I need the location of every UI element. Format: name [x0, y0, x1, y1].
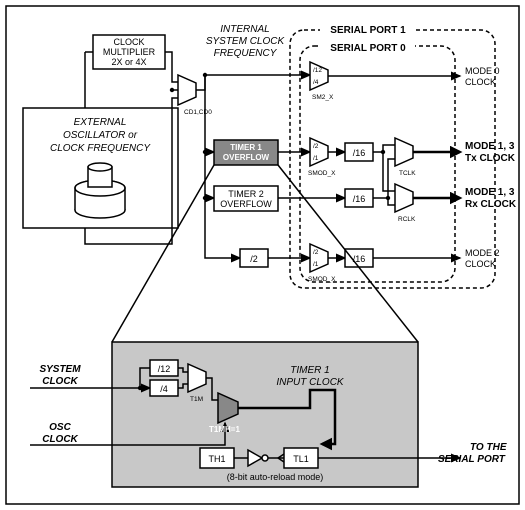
cd-label: CD1,CD0: [184, 109, 212, 116]
reload-label: (8-bit auto-reload mode): [227, 472, 324, 482]
t1in-l1: TIMER 1: [290, 365, 329, 376]
cm-l2: MULTIPLIER: [103, 47, 156, 57]
m13rx-l2: Rx CLOCK: [465, 199, 517, 210]
smodx-label-1: SMOD_X: [308, 170, 336, 177]
rclk-label: RCLK: [398, 216, 416, 223]
t1in-l2: INPUT CLOCK: [276, 377, 345, 388]
t1of-l1: TIMER 1: [230, 143, 262, 152]
t2of-l1: TIMER 2: [228, 189, 264, 199]
d4-a: /4: [313, 79, 319, 86]
serial-port-0-label: SERIAL PORT 0: [330, 43, 406, 54]
m0-l2: CLOCK: [465, 77, 496, 87]
tclk-label: TCLK: [399, 170, 416, 177]
d16-l1: /16: [353, 148, 366, 158]
sm2x-label: SM2_X: [312, 94, 334, 101]
m13tx-l2: Tx CLOCK: [465, 153, 516, 164]
m0-l1: MODE 0: [465, 66, 500, 76]
eo-l3: CLOCK FREQUENCY: [50, 143, 151, 154]
tosp-l1: TO THE: [470, 442, 507, 453]
cm-l1: CLOCK: [113, 37, 144, 47]
d1-d: /1: [313, 261, 319, 268]
sysclk-l1: SYSTEM: [39, 364, 81, 375]
d2-c: /2: [250, 254, 258, 264]
d4-e: /4: [160, 384, 168, 394]
d12-e: /12: [158, 364, 171, 374]
eo-l1: EXTERNAL: [74, 117, 127, 128]
m2-l1: MODE 2: [465, 248, 500, 258]
d1-b: /1: [313, 155, 319, 162]
smodx-label-2: SMOD_X: [308, 276, 336, 283]
sysclk-l2: CLOCK: [42, 376, 78, 387]
intclk-l2: SYSTEM CLOCK: [206, 36, 286, 47]
eo-l2: OSCILLATOR or: [63, 130, 138, 141]
t1mh-label: T1MH=1: [209, 425, 240, 434]
t1m-label: T1M: [190, 396, 203, 403]
t2of-l2: OVERFLOW: [220, 199, 272, 209]
th1-label: TH1: [208, 454, 225, 464]
m13tx-l1: MODE 1, 3: [465, 141, 515, 152]
tosp-l2: SERIAL PORT: [438, 454, 506, 465]
intclk-l1: INTERNAL: [220, 24, 269, 35]
m13rx-l1: MODE 1, 3: [465, 187, 515, 198]
tl1-label: TL1: [293, 454, 309, 464]
d2-b: /2: [313, 143, 319, 150]
oscclk-l1: OSC: [49, 422, 71, 433]
intclk-l3: FREQUENCY: [214, 48, 278, 59]
m2-l2: CLOCK: [465, 259, 496, 269]
cm-l3: 2X or 4X: [111, 57, 146, 67]
oscclk-l2: CLOCK: [42, 434, 78, 445]
serial-port-1-label: SERIAL PORT 1: [330, 25, 406, 36]
d16-l2: /16: [353, 194, 366, 204]
d2-d: /2: [313, 249, 319, 256]
d12-a: /12: [313, 67, 322, 74]
t1of-l2: OVERFLOW: [223, 153, 270, 162]
